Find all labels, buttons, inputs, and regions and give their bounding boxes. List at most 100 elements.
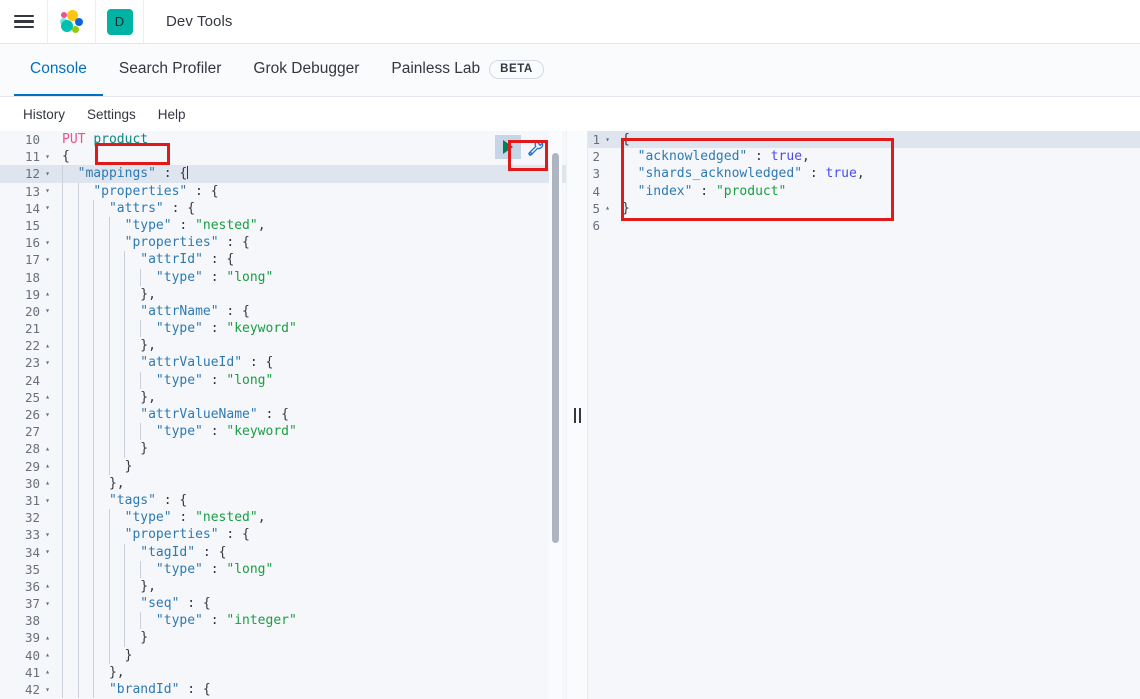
help-button[interactable]: Help	[149, 103, 195, 126]
tab-painless-lab[interactable]: Painless Lab BETA	[375, 44, 559, 96]
wrench-icon[interactable]	[527, 139, 544, 156]
code-line[interactable]: 32 "type" : "nested",	[0, 509, 566, 526]
code-line[interactable]: 23▾ "attrValueId" : {	[0, 354, 566, 371]
code-line[interactable]: 40▴ }	[0, 647, 566, 664]
fold-toggle-icon[interactable]: ▾	[43, 187, 52, 195]
code-token: "seq"	[140, 596, 179, 611]
fold-toggle-icon[interactable]: ▴	[43, 668, 52, 676]
fold-toggle-icon[interactable]: ▾	[43, 153, 52, 161]
fold-toggle-icon[interactable]: ▴	[43, 479, 52, 487]
code-line[interactable]: 4 "index" : "product"	[588, 183, 1140, 200]
settings-button[interactable]: Settings	[78, 103, 145, 126]
code-text: }	[616, 200, 630, 217]
fold-toggle-icon[interactable]: ▾	[43, 497, 52, 505]
indent-guide	[62, 406, 63, 423]
fold-toggle-icon[interactable]: ▾	[43, 170, 52, 178]
code-line[interactable]: 36▴ },	[0, 578, 566, 595]
request-code[interactable]: 10PUT product11▾{12▾ "mappings" : {13▾ "…	[0, 131, 566, 698]
code-line[interactable]: 38 "type" : "integer"	[0, 612, 566, 629]
fold-toggle-icon[interactable]: ▴	[43, 445, 52, 453]
fold-toggle-icon[interactable]: ▴	[43, 582, 52, 590]
code-line[interactable]: 39▴ }	[0, 629, 566, 646]
code-line[interactable]: 35 "type" : "long"	[0, 561, 566, 578]
code-line[interactable]: 2 "acknowledged" : true,	[588, 148, 1140, 165]
indent-guide	[78, 578, 79, 595]
code-token: ,	[802, 149, 810, 164]
menu-button[interactable]	[0, 0, 48, 44]
code-line[interactable]: 41▴ },	[0, 664, 566, 681]
code-line[interactable]: 22▴ },	[0, 337, 566, 354]
fold-toggle-icon[interactable]: ▴	[43, 393, 52, 401]
indent-guide	[78, 664, 79, 681]
hamburger-menu-icon[interactable]	[14, 15, 34, 29]
tab-search-profiler[interactable]: Search Profiler	[103, 44, 238, 96]
fold-toggle-icon[interactable]: ▾	[43, 256, 52, 264]
tab-grok-debugger[interactable]: Grok Debugger	[237, 44, 375, 96]
code-line[interactable]: 42▾ "brandId" : {	[0, 681, 566, 698]
request-editor[interactable]: 10PUT product11▾{12▾ "mappings" : {13▾ "…	[0, 131, 566, 699]
fold-toggle-icon[interactable]: ▾	[43, 548, 52, 556]
fold-toggle-icon[interactable]: ▾	[43, 600, 52, 608]
code-text: },	[56, 286, 156, 303]
code-line[interactable]: 19▴ },	[0, 286, 566, 303]
code-line[interactable]: 21 "type" : "keyword"	[0, 320, 566, 337]
tab-console[interactable]: Console	[14, 44, 103, 96]
line-number: 18	[0, 269, 56, 286]
send-request-button[interactable]	[495, 135, 521, 159]
indent-guide	[78, 440, 79, 457]
code-token: "index"	[638, 184, 693, 199]
code-line[interactable]: 29▴ }	[0, 458, 566, 475]
pane-resize-handle[interactable]	[566, 131, 588, 699]
fold-toggle-icon[interactable]: ▴	[43, 634, 52, 642]
code-line[interactable]: 27 "type" : "keyword"	[0, 423, 566, 440]
code-line[interactable]: 11▾{	[0, 148, 566, 165]
code-line[interactable]: 30▴ },	[0, 475, 566, 492]
history-button[interactable]: History	[14, 103, 74, 126]
code-line[interactable]: 31▾ "tags" : {	[0, 492, 566, 509]
code-line[interactable]: 10PUT product	[0, 131, 566, 148]
code-line[interactable]: 6	[588, 217, 1140, 234]
fold-toggle-icon[interactable]: ▴	[43, 651, 52, 659]
fold-toggle-icon[interactable]: ▾	[43, 204, 52, 212]
indent-guide	[78, 354, 79, 371]
fold-toggle-icon[interactable]: ▾	[43, 359, 52, 367]
fold-toggle-icon[interactable]: ▾	[43, 686, 52, 694]
code-line[interactable]: 37▾ "seq" : {	[0, 595, 566, 612]
code-line[interactable]: 17▾ "attrId" : {	[0, 251, 566, 268]
fold-toggle-icon[interactable]: ▴	[603, 204, 612, 212]
code-line[interactable]: 25▴ },	[0, 389, 566, 406]
code-line[interactable]: 15 "type" : "nested",	[0, 217, 566, 234]
code-line[interactable]: 26▾ "attrValueName" : {	[0, 406, 566, 423]
request-scrollbar-thumb[interactable]	[552, 153, 559, 543]
code-line[interactable]: 12▾ "mappings" : {	[0, 165, 566, 182]
code-line[interactable]: 33▾ "properties" : {	[0, 526, 566, 543]
code-line[interactable]: 16▾ "properties" : {	[0, 234, 566, 251]
code-token: "type"	[156, 424, 203, 439]
space-avatar-button[interactable]: D	[96, 0, 144, 44]
code-line[interactable]: 28▴ }	[0, 440, 566, 457]
code-token: :	[179, 682, 202, 697]
fold-toggle-icon[interactable]: ▴	[43, 342, 52, 350]
fold-toggle-icon[interactable]: ▾	[603, 136, 612, 144]
fold-toggle-icon[interactable]: ▾	[43, 239, 52, 247]
code-line[interactable]: 3 "shards_acknowledged" : true,	[588, 165, 1140, 182]
code-line[interactable]: 34▾ "tagId" : {	[0, 544, 566, 561]
response-editor[interactable]: 1▾{2 "acknowledged" : true,3 "shards_ack…	[588, 131, 1140, 699]
code-token: "mappings"	[78, 166, 156, 181]
code-line[interactable]: 13▾ "properties" : {	[0, 183, 566, 200]
code-line[interactable]: 18 "type" : "long"	[0, 269, 566, 286]
fold-toggle-icon[interactable]: ▾	[43, 531, 52, 539]
fold-toggle-icon[interactable]: ▴	[43, 290, 52, 298]
code-line[interactable]: 20▾ "attrName" : {	[0, 303, 566, 320]
code-line[interactable]: 24 "type" : "long"	[0, 372, 566, 389]
code-line[interactable]: 5▴}	[588, 200, 1140, 217]
code-line[interactable]: 14▾ "attrs" : {	[0, 200, 566, 217]
fold-toggle-icon[interactable]: ▾	[43, 411, 52, 419]
indent-guide	[124, 337, 125, 354]
fold-toggle-icon[interactable]: ▴	[43, 462, 52, 470]
code-token	[62, 390, 140, 405]
line-number: 30▴	[0, 475, 56, 492]
code-line[interactable]: 1▾{	[588, 131, 1140, 148]
elastic-logo-button[interactable]	[48, 0, 96, 44]
fold-toggle-icon[interactable]: ▾	[43, 307, 52, 315]
